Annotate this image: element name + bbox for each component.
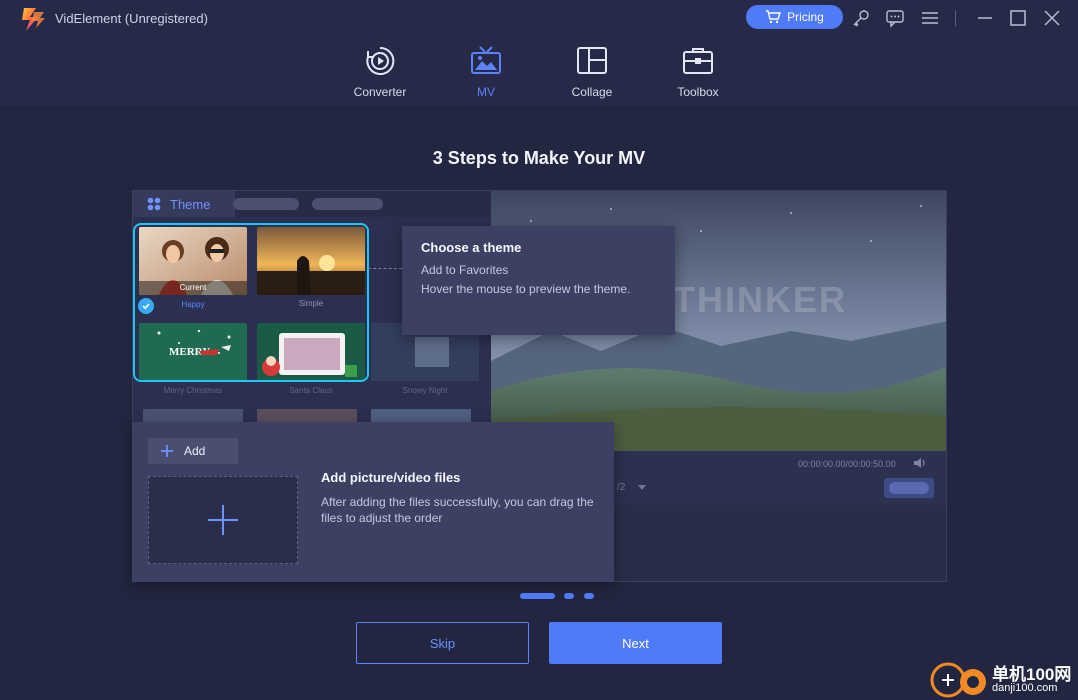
check-icon [138, 298, 154, 314]
tab-collage-label: Collage [571, 85, 613, 99]
file-drop-zone[interactable] [148, 476, 298, 564]
theme-caption-snowy-night: Snowy Night [402, 386, 448, 395]
title-bar: VidElement (Unregistered) Pricing [0, 0, 1078, 36]
site-watermark: 单机100网 danji100.com [928, 658, 1078, 700]
app-title: VidElement (Unregistered) [55, 11, 208, 26]
theme-tab-label: Theme [170, 196, 211, 212]
titlebar-divider [955, 10, 956, 26]
next-button[interactable]: Next [549, 622, 722, 664]
theme-caption-merry-christmas: Merry Christmas [163, 386, 223, 395]
theme-selection-highlight [133, 223, 369, 382]
tab-placeholder[interactable] [233, 198, 299, 210]
add-button-label: Add [184, 444, 206, 458]
pricing-button[interactable]: Pricing [746, 5, 843, 29]
skip-button[interactable]: Skip [356, 622, 529, 664]
tab-converter-label: Converter [353, 85, 407, 99]
chevron-down-icon[interactable] [638, 485, 646, 491]
tab-toolbox-label: Toolbox [677, 85, 719, 99]
tab-placeholder[interactable] [312, 198, 383, 210]
pager-dot-3[interactable] [584, 593, 594, 599]
theme-thumb-placeholder [371, 409, 471, 423]
tab-toolbox[interactable]: Toolbox [653, 44, 743, 102]
site-url: danji100.com [992, 682, 1058, 694]
callout-add-title: Add picture/video files [321, 470, 461, 485]
tab-mv[interactable]: MV [441, 44, 531, 102]
callout-connector [368, 268, 402, 269]
menu-icon[interactable] [920, 8, 940, 28]
theme-tab-bar: Theme [133, 191, 490, 217]
theme-thumb-placeholder [257, 409, 357, 423]
minimize-icon[interactable] [975, 8, 995, 28]
close-icon[interactable] [1042, 8, 1062, 28]
plus-icon [208, 505, 238, 535]
tab-converter[interactable]: Converter [335, 44, 425, 102]
main-nav: Converter MV Collage Toolbox [0, 36, 1078, 106]
callout-theme-title: Choose a theme [421, 240, 522, 255]
choose-theme-callout: Choose a theme Add to Favorites Hover th… [402, 226, 675, 335]
pricing-label: Pricing [787, 10, 824, 24]
callout-add-description: After adding the files successfully, you… [321, 495, 594, 525]
page-title: 3 Steps to Make Your MV [432, 148, 646, 168]
time-display: 00:00:00.00/00:00:50.00 [798, 459, 896, 469]
tab-collage[interactable]: Collage [547, 44, 637, 102]
toolbox-icon [683, 48, 713, 74]
key-icon[interactable] [851, 8, 871, 28]
feedback-icon[interactable] [885, 8, 905, 28]
converter-icon [366, 46, 395, 75]
cart-icon [766, 10, 782, 24]
collage-icon [577, 47, 607, 74]
export-button[interactable] [884, 478, 934, 498]
add-files-callout: Add Add picture/video files After adding… [132, 422, 614, 582]
export-button-placeholder [889, 482, 929, 494]
page-indicator: /2 [617, 482, 626, 493]
maximize-icon[interactable] [1008, 8, 1028, 28]
theme-thumb-placeholder [143, 409, 243, 423]
plus-icon [161, 445, 173, 457]
callout-theme-line2: Hover the mouse to preview the theme. [421, 282, 631, 296]
volume-icon[interactable] [913, 457, 927, 469]
theme-tab[interactable]: Theme [133, 191, 235, 217]
add-button[interactable]: Add [148, 438, 238, 464]
mv-icon [471, 46, 501, 74]
app-logo-icon [22, 8, 45, 31]
grid-icon [147, 197, 161, 211]
callout-theme-line1: Add to Favorites [421, 263, 509, 277]
pager-dot-2[interactable] [564, 593, 574, 599]
tab-mv-label: MV [477, 85, 495, 99]
theme-caption-santa-claus: Santa Claus [289, 386, 333, 395]
site-logo-icon [930, 662, 986, 698]
pager-dot-1[interactable] [520, 593, 555, 599]
watermark-text: THINKER [673, 279, 847, 320]
